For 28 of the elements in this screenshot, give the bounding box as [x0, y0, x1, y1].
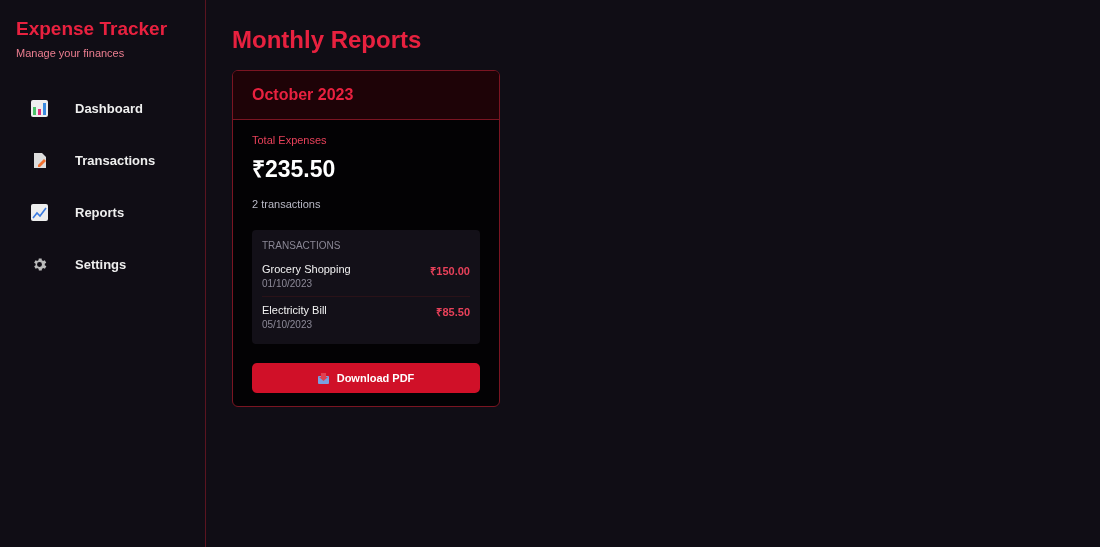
- transactions-heading: TRANSACTIONS: [262, 240, 342, 251]
- transaction-date: 05/10/2023: [262, 319, 314, 330]
- transaction-date: 01/10/2023: [262, 278, 314, 289]
- transaction-name: Electricity Bill: [262, 304, 327, 316]
- nav-item[interactable]: Transactions: [31, 149, 189, 171]
- total-amount: ₹235.50: [252, 155, 337, 184]
- inbox-tray-icon: [317, 372, 329, 384]
- app-title: Expense Tracker: [16, 18, 169, 40]
- nav-item[interactable]: Reports: [31, 201, 189, 223]
- app-subtitle: Manage your finances: [16, 47, 126, 59]
- nav-label: Reports: [75, 204, 125, 220]
- transaction-amount: ₹150.00: [430, 264, 470, 279]
- card-header: October 2023: [233, 71, 499, 120]
- document-pencil-icon: [31, 151, 48, 169]
- nav-item[interactable]: Dashboard: [31, 97, 189, 119]
- total-label: Total Expenses: [252, 134, 328, 146]
- nav-label: Transactions: [75, 152, 156, 168]
- nav-item[interactable]: Settings: [31, 253, 189, 275]
- line-chart-icon: [31, 203, 48, 221]
- settings-icon: [31, 255, 48, 273]
- transaction-name: Grocery Shopping: [262, 263, 351, 275]
- nav-label: Settings: [75, 256, 127, 272]
- page-title: Monthly Reports: [232, 26, 423, 54]
- transaction-count: 2 transactions: [252, 198, 322, 210]
- bar-chart-icon: [31, 99, 48, 117]
- download-button[interactable]: Download PDF: [252, 363, 480, 393]
- transaction-amount: ₹85.50: [436, 305, 470, 320]
- nav-label: Dashboard: [75, 100, 143, 116]
